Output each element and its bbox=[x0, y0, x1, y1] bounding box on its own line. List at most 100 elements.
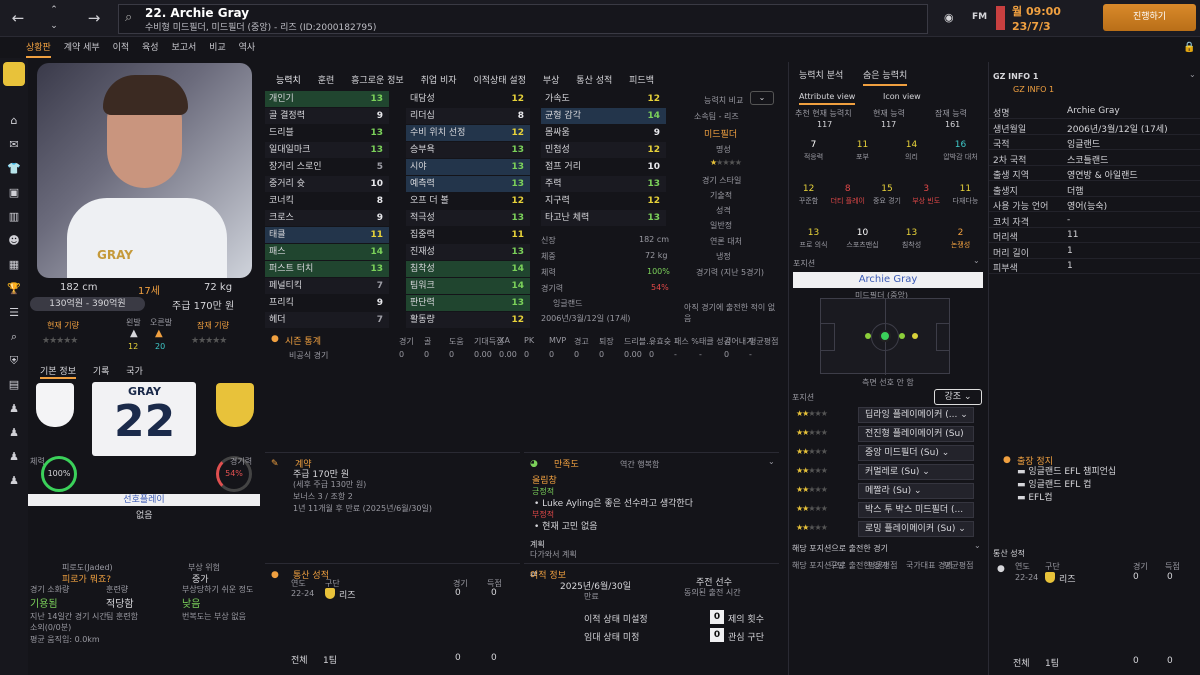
preferred-role-bar[interactable]: 선호플레이 bbox=[28, 494, 260, 506]
tab-visa[interactable]: 취업 비자 bbox=[421, 73, 457, 86]
role-dropdown[interactable]: 딥라잉 플레이메이커 (... ⌄ bbox=[858, 407, 974, 423]
tab-record[interactable]: 기록 bbox=[93, 364, 110, 377]
staff-icon[interactable]: ▣ bbox=[6, 186, 22, 202]
attribute-row[interactable]: 주력 13 bbox=[541, 176, 666, 192]
attribute-row[interactable]: 진재성 13 bbox=[406, 244, 530, 260]
tab-basic[interactable]: 기본 정보 bbox=[40, 364, 76, 379]
attribute-row[interactable]: 균형 감각 14 bbox=[541, 108, 666, 124]
calendar-icon[interactable]: ▦ bbox=[6, 258, 22, 274]
career-club[interactable]: 리즈 bbox=[339, 588, 356, 601]
person-icon[interactable]: ♟ bbox=[6, 450, 22, 466]
attribute-row[interactable]: 드리블 13 bbox=[265, 125, 389, 141]
attribute-row[interactable]: 민첩성 12 bbox=[541, 142, 666, 158]
tab-nation[interactable]: 국가 bbox=[126, 364, 143, 377]
tab-hidden-attributes[interactable]: 숨은 능력치 bbox=[863, 68, 908, 86]
attribute-row[interactable]: 퍼스트 터치 13 bbox=[265, 261, 389, 277]
trophy-icon[interactable]: 🏆 bbox=[6, 282, 22, 298]
attribute-row[interactable]: 예측력 13 bbox=[406, 176, 530, 192]
role-dropdown[interactable]: 전진형 플레이메이커 (Su) ⌄ bbox=[858, 426, 974, 454]
england-crest-icon[interactable] bbox=[36, 383, 74, 427]
chevron-down-icon[interactable]: ⌄ bbox=[44, 20, 64, 32]
menu-contract[interactable]: 계약 세부 bbox=[64, 40, 100, 56]
attribute-row[interactable]: 가속도 12 bbox=[541, 91, 666, 107]
chevron-down-icon[interactable]: ⌄ bbox=[1189, 70, 1196, 79]
menu-overview[interactable]: 상황판 bbox=[26, 40, 51, 58]
chevron-down-icon[interactable]: ⌄ bbox=[973, 256, 980, 265]
tab-attributes[interactable]: 능력치 bbox=[276, 73, 301, 86]
inbox-icon[interactable]: ✉ bbox=[6, 138, 22, 154]
menu-history[interactable]: 역사 bbox=[239, 40, 256, 56]
career2-club[interactable]: 리즈 bbox=[1059, 572, 1076, 585]
menu-compare[interactable]: 비교 bbox=[209, 40, 226, 56]
menu-transfer[interactable]: 이적 bbox=[113, 40, 130, 56]
attribute-row[interactable]: 일대일마크 13 bbox=[265, 142, 389, 158]
attribute-row[interactable]: 지구력 12 bbox=[541, 193, 666, 209]
attribute-row[interactable]: 수비 위치 선정 12 bbox=[406, 125, 530, 141]
people-icon[interactable]: ☻ bbox=[6, 234, 22, 250]
attribute-row[interactable]: 개인기 13 bbox=[265, 91, 389, 107]
attribute-row[interactable]: 골 결정력 9 bbox=[265, 108, 389, 124]
season-title[interactable]: 시즌 통계 bbox=[285, 334, 321, 347]
chevron-up-icon[interactable]: ⌃ bbox=[44, 4, 64, 16]
attribute-row[interactable]: 장거리 스로인 5 bbox=[265, 159, 389, 175]
shield-icon[interactable]: ⛨ bbox=[6, 354, 22, 370]
info-subtitle[interactable]: GZ INFO 1 bbox=[1013, 85, 1054, 94]
attribute-row[interactable]: 몸싸움 9 bbox=[541, 125, 666, 141]
tactics-icon[interactable]: ▥ bbox=[6, 210, 22, 226]
icon-view-button[interactable]: Icon view bbox=[883, 92, 921, 101]
role-dropdown[interactable]: 메짤라 (Su) ⌄ bbox=[858, 483, 974, 499]
tab-transfer-status[interactable]: 이적상태 설정 bbox=[473, 73, 526, 86]
person-icon[interactable]: ♟ bbox=[6, 426, 22, 442]
attribute-row[interactable]: 점프 거리 10 bbox=[541, 159, 666, 175]
attribute-row[interactable]: 크로스 9 bbox=[265, 210, 389, 226]
back-arrow-icon[interactable]: ← bbox=[8, 8, 28, 28]
attribute-row[interactable]: 태클 11 bbox=[265, 227, 389, 243]
continue-button[interactable]: 진행하기 bbox=[1103, 4, 1196, 31]
attribute-row[interactable]: 집중력 11 bbox=[406, 227, 530, 243]
attribute-row[interactable]: 프리킥 9 bbox=[265, 295, 389, 311]
attribute-row[interactable]: 중거리 슛 10 bbox=[265, 176, 389, 192]
filter-dropdown[interactable]: 강조 ⌄ bbox=[934, 389, 982, 405]
menu-reports[interactable]: 보고서 bbox=[171, 40, 196, 56]
role-dropdown[interactable]: 커멀레로 (Su) ⌄ bbox=[858, 464, 974, 480]
tab-attribute-analysis[interactable]: 능력치 분석 bbox=[799, 68, 843, 81]
attribute-row[interactable]: 리더십 8 bbox=[406, 108, 530, 124]
list-icon[interactable]: ☰ bbox=[6, 306, 22, 322]
attribute-row[interactable]: 침착성 14 bbox=[406, 261, 530, 277]
attribute-row[interactable]: 팀워크 14 bbox=[406, 278, 530, 294]
attribute-row[interactable]: 대담성 12 bbox=[406, 91, 530, 107]
search-icon[interactable]: ⌕ bbox=[125, 10, 132, 25]
role-dropdown[interactable]: 중앙 미드필더 (Su) ⌄ bbox=[858, 445, 974, 461]
attribute-row[interactable]: 타고난 체력 13 bbox=[541, 210, 666, 226]
attribute-row[interactable]: 적극성 13 bbox=[406, 210, 530, 226]
chevron-down-icon[interactable]: ⌄ bbox=[750, 91, 774, 105]
person-icon[interactable]: ♟ bbox=[6, 402, 22, 418]
tab-injury[interactable]: 부상 bbox=[543, 73, 560, 86]
tab-career[interactable]: 통산 성적 bbox=[576, 73, 612, 86]
chevron-down-icon[interactable]: ⌄ bbox=[974, 541, 981, 550]
forward-arrow-icon[interactable]: → bbox=[84, 8, 104, 28]
tab-training[interactable]: 훈련 bbox=[318, 73, 335, 86]
tab-interesting[interactable]: 흥그로운 정보 bbox=[351, 73, 404, 86]
person-icon[interactable]: ♟ bbox=[6, 474, 22, 490]
fm-logo[interactable]: FM bbox=[972, 12, 987, 22]
leeds-crest-icon[interactable] bbox=[216, 383, 254, 427]
attribute-row[interactable]: 헤더 7 bbox=[265, 312, 389, 328]
attribute-row[interactable]: 오프 더 볼 12 bbox=[406, 193, 530, 209]
attribute-row[interactable]: 패스 14 bbox=[265, 244, 389, 260]
lock-icon[interactable]: 🔒 bbox=[1183, 42, 1195, 53]
attribute-row[interactable]: 페널티킥 7 bbox=[265, 278, 389, 294]
happiness-title[interactable]: 만족도 bbox=[554, 457, 579, 470]
fatigue-question[interactable]: 피로가 뭐죠? bbox=[62, 572, 111, 585]
attribute-row[interactable]: 시야 13 bbox=[406, 159, 530, 175]
chevron-down-icon[interactable]: ⌄ bbox=[768, 457, 775, 466]
role-dropdown[interactable]: 로밍 플레이메이커 (Su) ⌄ bbox=[858, 521, 974, 537]
home-icon[interactable]: ⌂ bbox=[6, 114, 22, 130]
squad-icon[interactable]: 👕 bbox=[6, 162, 22, 178]
attribute-row[interactable]: 판단력 13 bbox=[406, 295, 530, 311]
search-icon[interactable]: ⌕ bbox=[6, 330, 22, 346]
role-dropdown[interactable]: 박스 투 박스 미드필더 (... ⌄ bbox=[858, 502, 974, 530]
club-crest-icon[interactable] bbox=[3, 62, 25, 86]
attribute-view-button[interactable]: Attribute view bbox=[799, 92, 856, 105]
attribute-row[interactable]: 코너킥 8 bbox=[265, 193, 389, 209]
